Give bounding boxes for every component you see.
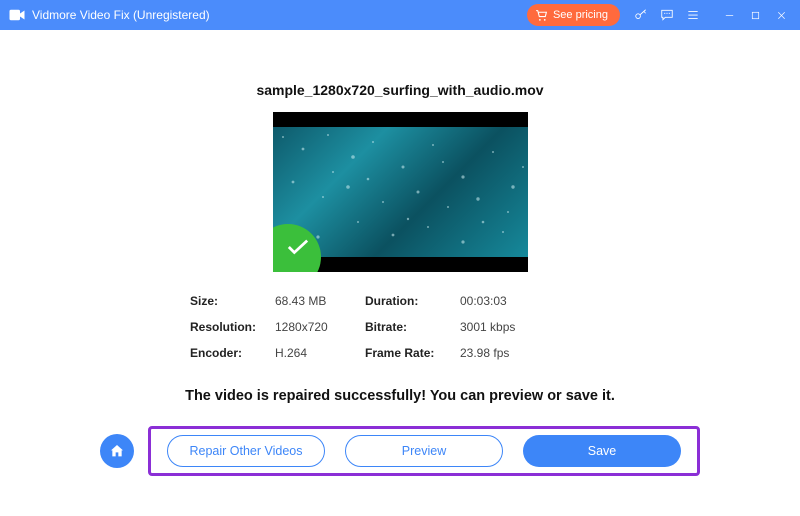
cart-icon [535, 9, 548, 22]
minimize-button[interactable] [716, 0, 742, 30]
see-pricing-label: See pricing [553, 9, 608, 21]
repair-other-videos-button[interactable]: Repair Other Videos [167, 435, 325, 467]
size-value: 68.43 MB [275, 294, 365, 308]
see-pricing-button[interactable]: See pricing [527, 4, 620, 26]
status-message: The video is repaired successfully! You … [185, 388, 615, 404]
feedback-icon[interactable] [654, 0, 680, 30]
resolution-label: Resolution: [190, 320, 275, 334]
duration-label: Duration: [365, 294, 460, 308]
encoder-label: Encoder: [190, 346, 275, 360]
framerate-label: Frame Rate: [365, 346, 460, 360]
menu-icon[interactable] [680, 0, 706, 30]
framerate-value: 23.98 fps [460, 346, 550, 360]
action-row: Repair Other Videos Preview Save [100, 426, 700, 476]
save-button[interactable]: Save [523, 435, 681, 467]
bitrate-value: 3001 kbps [460, 320, 550, 334]
maximize-button[interactable] [742, 0, 768, 30]
file-name: sample_1280x720_surfing_with_audio.mov [256, 82, 543, 98]
close-button[interactable] [768, 0, 794, 30]
home-icon [109, 443, 125, 459]
video-metadata: Size: 68.43 MB Duration: 00:03:03 Resolu… [190, 294, 610, 360]
preview-button[interactable]: Preview [345, 435, 503, 467]
resolution-value: 1280x720 [275, 320, 365, 334]
titlebar: Vidmore Video Fix (Unregistered) See pri… [0, 0, 800, 30]
bitrate-label: Bitrate: [365, 320, 460, 334]
action-buttons-highlight: Repair Other Videos Preview Save [148, 426, 700, 476]
app-title: Vidmore Video Fix (Unregistered) [32, 8, 210, 22]
app-logo-icon [8, 6, 26, 24]
home-button[interactable] [100, 434, 134, 468]
key-icon[interactable] [628, 0, 654, 30]
encoder-value: H.264 [275, 346, 365, 360]
main-content: sample_1280x720_surfing_with_audio.mov S… [0, 30, 800, 516]
size-label: Size: [190, 294, 275, 308]
duration-value: 00:03:03 [460, 294, 550, 308]
video-thumbnail [273, 112, 528, 272]
